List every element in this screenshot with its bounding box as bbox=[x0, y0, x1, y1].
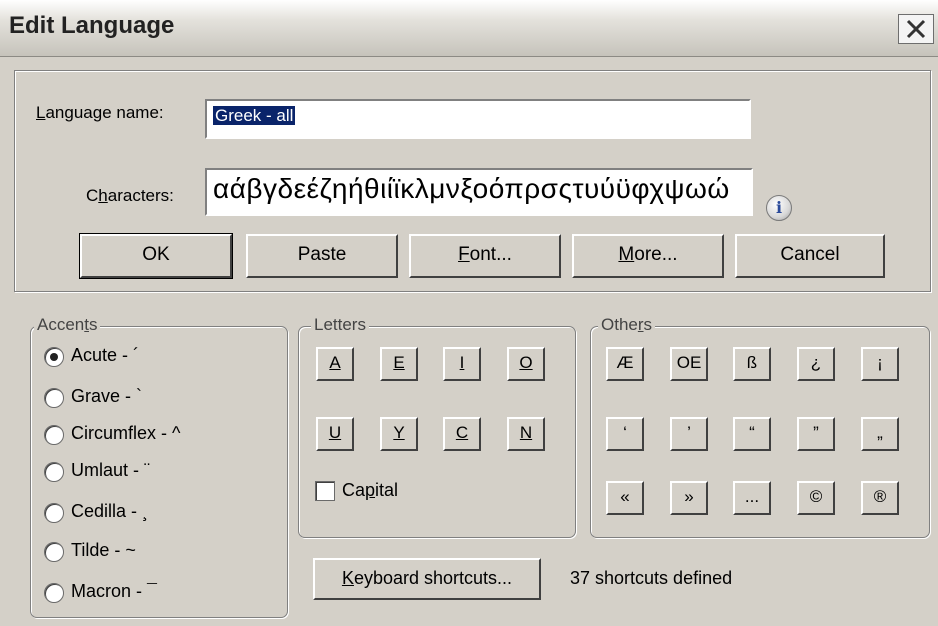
char-left-double-quote-button[interactable]: “ bbox=[733, 417, 771, 451]
language-name-field[interactable]: Greek - all bbox=[205, 99, 751, 139]
radio-circle bbox=[44, 388, 64, 408]
shortcuts-status: 37 shortcuts defined bbox=[570, 568, 733, 588]
char-low-double-quote-button[interactable]: „ bbox=[861, 417, 899, 451]
window-title: Edit Language bbox=[9, 12, 175, 39]
ok-button[interactable]: OK bbox=[79, 233, 233, 279]
char-left-guillemet-button[interactable]: « bbox=[606, 481, 644, 515]
close-button[interactable] bbox=[898, 14, 934, 44]
cancel-button[interactable]: Cancel bbox=[735, 234, 885, 278]
radio-label: Umlaut - ¨ bbox=[71, 460, 151, 480]
char-right-double-quote-button[interactable]: ” bbox=[797, 417, 835, 451]
letters-legend: Letters bbox=[311, 315, 369, 335]
char-eszett-button[interactable]: ß bbox=[733, 347, 771, 381]
letter-n-button[interactable]: N bbox=[507, 417, 545, 451]
letter-u-button[interactable]: U bbox=[316, 417, 354, 451]
char-copyright-button[interactable]: © bbox=[797, 481, 835, 515]
characters-field[interactable]: αάβγδεέζηήθιίϊκλμνξοόπρσςτυύϋφχψωώ bbox=[205, 168, 753, 216]
char-oe-button[interactable]: OE bbox=[670, 347, 708, 381]
capital-label: Capital bbox=[342, 480, 399, 500]
radio-circle bbox=[44, 583, 64, 603]
keyboard-shortcuts-button[interactable]: Keyboard shortcuts... bbox=[313, 558, 541, 600]
characters-label: Characters: bbox=[86, 186, 174, 205]
info-icon[interactable]: i bbox=[766, 195, 792, 221]
radio-circle bbox=[44, 347, 64, 367]
letter-o-button[interactable]: O bbox=[507, 347, 545, 381]
paste-button[interactable]: Paste bbox=[246, 234, 398, 278]
radio-circle bbox=[44, 503, 64, 523]
radio-label: Grave - ` bbox=[71, 386, 143, 406]
letter-c-button[interactable]: C bbox=[443, 417, 481, 451]
char-right-guillemet-button[interactable]: » bbox=[670, 481, 708, 515]
char-ellipsis-button[interactable]: ... bbox=[733, 481, 771, 515]
close-icon bbox=[906, 19, 926, 39]
language-name-value: Greek - all bbox=[213, 106, 296, 125]
more-button[interactable]: More... bbox=[572, 234, 724, 278]
title-bar[interactable]: Edit Language bbox=[0, 0, 938, 57]
char-ae-button[interactable]: Æ bbox=[606, 347, 644, 381]
letter-i-button[interactable]: I bbox=[443, 347, 481, 381]
radio-label: Tilde - ~ bbox=[71, 540, 136, 560]
radio-circle bbox=[44, 425, 64, 445]
char-inverted-question-button[interactable]: ¿ bbox=[797, 347, 835, 381]
radio-selected-dot bbox=[50, 353, 58, 361]
char-right-single-quote-button[interactable]: ’ bbox=[670, 417, 708, 451]
radio-circle bbox=[44, 542, 64, 562]
letter-y-button[interactable]: Y bbox=[380, 417, 418, 451]
radio-label: Cedilla - ¸ bbox=[71, 501, 149, 521]
char-inverted-exclamation-button[interactable]: ¡ bbox=[861, 347, 899, 381]
radio-label: Circumflex - ^ bbox=[71, 423, 181, 443]
letter-a-button[interactable]: A bbox=[316, 347, 354, 381]
radio-circle bbox=[44, 462, 64, 482]
char-registered-button[interactable]: ® bbox=[861, 481, 899, 515]
radio-label: Macron - ¯ bbox=[71, 581, 157, 601]
letter-e-button[interactable]: E bbox=[380, 347, 418, 381]
radio-label: Acute - ´ bbox=[71, 345, 140, 365]
accents-legend: Accents bbox=[34, 315, 101, 335]
char-left-single-quote-button[interactable]: ‘ bbox=[606, 417, 644, 451]
language-name-label: Language name: bbox=[36, 103, 164, 122]
characters-value: αάβγδεέζηήθιίϊκλμνξοόπρσςτυύϋφχψωώ bbox=[213, 173, 730, 204]
others-legend: Others bbox=[598, 315, 656, 335]
capital-checkbox[interactable] bbox=[315, 481, 335, 501]
font-button[interactable]: Font... bbox=[409, 234, 561, 278]
accents-group bbox=[30, 326, 288, 618]
